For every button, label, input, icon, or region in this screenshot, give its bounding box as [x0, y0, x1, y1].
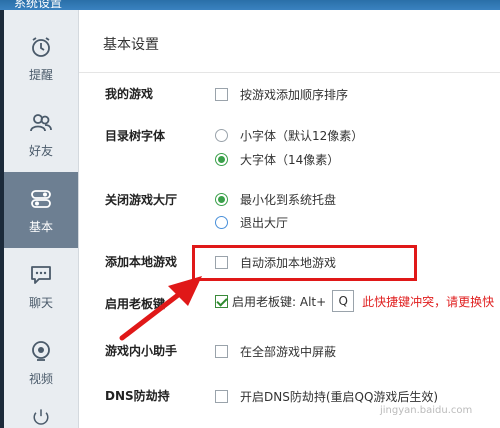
- sidebar-item-label: 提醒: [28, 67, 53, 82]
- minimize-to-tray-radio[interactable]: [215, 193, 228, 206]
- block-in-all-games-option[interactable]: 在全部游戏中屏蔽: [215, 343, 336, 360]
- option-text: 小字体（默认12像素）: [240, 129, 364, 143]
- large-font-option[interactable]: 大字体（14像素）: [215, 151, 339, 168]
- hotkey-conflict-warning: 此快捷键冲突，请更换快: [362, 294, 495, 309]
- option-text: 大字体（14像素）: [240, 153, 340, 167]
- exit-hall-option[interactable]: 退出大厅: [215, 214, 288, 231]
- option-text: 最小化到系统托盘: [240, 193, 337, 207]
- sort-by-add-order-option[interactable]: 按游戏添加顺序排序: [215, 86, 348, 103]
- sidebar-item-basic[interactable]: 基本: [4, 172, 78, 248]
- sidebar-item-label: 基本: [28, 219, 53, 234]
- friends-icon: [30, 113, 52, 131]
- alarm-clock-icon: [32, 36, 50, 57]
- sidebar-item-reminder[interactable]: 提醒: [4, 20, 78, 96]
- add-local-games-label: 添加本地游戏: [105, 255, 178, 269]
- boss-key-checkbox[interactable]: [215, 294, 228, 308]
- sidebar-item-label: 好友: [28, 143, 53, 158]
- sidebar-item-label: 视频: [28, 371, 53, 386]
- large-font-radio[interactable]: [215, 153, 228, 166]
- page-title: 基本设置: [103, 37, 159, 53]
- small-font-radio[interactable]: [215, 129, 228, 142]
- chat-bubble-icon: [31, 265, 51, 284]
- hotkey-input[interactable]: Q: [332, 290, 355, 312]
- video-icon: [32, 340, 50, 361]
- sidebar-item-label: 聊天: [28, 295, 53, 310]
- sidebar-item-more[interactable]: [4, 400, 78, 428]
- dns-protection-label: DNS防劫持: [105, 389, 170, 403]
- option-text: 启用老板键: Alt+: [232, 294, 327, 309]
- annotation-arrow-icon: [119, 276, 202, 341]
- minimize-to-tray-option[interactable]: 最小化到系统托盘: [215, 191, 336, 208]
- enable-dns-protection-checkbox[interactable]: [215, 390, 228, 403]
- sidebar-item-chat[interactable]: 聊天: [4, 248, 78, 324]
- toggle-switch-icon: [31, 189, 51, 208]
- sidebar-item-video[interactable]: 视频: [4, 324, 78, 400]
- option-text: 开启DNS防劫持(重启QQ游戏后生效): [240, 390, 439, 404]
- watermark: jingyan.baidu.com: [380, 405, 473, 416]
- sidebar-item-friends[interactable]: 好友: [4, 96, 78, 172]
- window-title-bar: 系统设置: [0, 0, 500, 10]
- close-hall-label: 关闭游戏大厅: [105, 193, 178, 207]
- exit-hall-radio[interactable]: [215, 216, 228, 229]
- block-in-all-games-checkbox[interactable]: [215, 345, 228, 358]
- highlight-box: [192, 245, 417, 281]
- tree-font-label: 目录树字体: [105, 129, 166, 143]
- settings-header: 基本设置: [79, 10, 500, 73]
- boss-key-option[interactable]: 启用老板键: Alt+ Q 此快捷键冲突，请更换快: [215, 290, 494, 312]
- window-title: 系统设置: [14, 0, 63, 10]
- sort-by-add-order-checkbox[interactable]: [215, 88, 228, 101]
- enable-dns-protection-option[interactable]: 开启DNS防劫持(重启QQ游戏后生效): [215, 388, 438, 405]
- more-icon: [33, 409, 49, 425]
- my-games-label: 我的游戏: [105, 87, 154, 101]
- option-text: 在全部游戏中屏蔽: [240, 345, 337, 359]
- option-text: 按游戏添加顺序排序: [240, 88, 349, 102]
- sidebar: 提醒 好友 基本 聊天 视频: [4, 10, 79, 428]
- small-font-option[interactable]: 小字体（默认12像素）: [215, 127, 363, 144]
- option-text: 退出大厅: [240, 216, 289, 230]
